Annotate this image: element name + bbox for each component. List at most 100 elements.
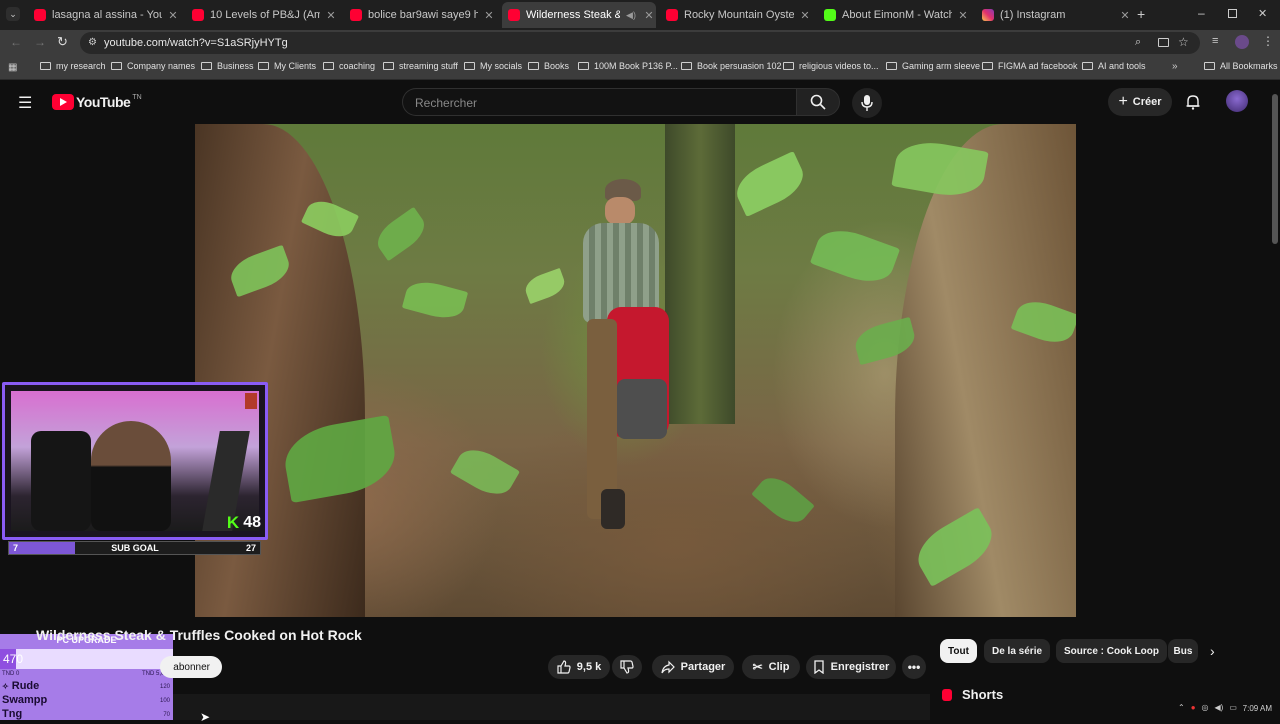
video-scene-leaf (450, 441, 520, 503)
close-tab-icon[interactable]: ✕ (798, 9, 812, 22)
bookmark-folder[interactable]: My Clients (258, 61, 316, 71)
more-actions-button[interactable]: ••• (902, 655, 926, 679)
browser-tab[interactable]: lasagna al assina - YouTube ✕ (28, 4, 180, 26)
zoom-icon[interactable]: ⌕ (1135, 36, 1141, 49)
close-tab-icon[interactable]: ✕ (642, 9, 656, 22)
subscribe-button[interactable]: abonner (160, 656, 222, 678)
scissors-icon: ✂ (752, 660, 763, 674)
browser-tab[interactable]: About EimonM - Watch Live on ✕ (818, 4, 970, 26)
youtube-logo[interactable]: YouTube TN (52, 94, 142, 110)
profile-avatar[interactable] (1235, 35, 1249, 49)
address-bar[interactable]: ⚙ youtube.com/watch?v=S1aSRjyHYTg ⌕ ☆ (80, 32, 1200, 54)
bookmark-label: FIGMA ad facebook (998, 61, 1078, 71)
bookmark-folder[interactable]: Company names (111, 61, 195, 71)
new-tab-icon[interactable]: + (1137, 6, 1145, 22)
minimize-icon[interactable]: – (1198, 6, 1205, 20)
more-bookmarks-icon[interactable]: » (1172, 61, 1178, 72)
bookmark-folder[interactable]: Business (201, 61, 254, 71)
search-input[interactable]: Rechercher (402, 88, 796, 116)
account-avatar[interactable] (1226, 90, 1248, 112)
close-tab-icon[interactable]: ✕ (324, 9, 338, 22)
browser-tab[interactable]: (1) Instagram ✕ (976, 4, 1132, 26)
tray-app-icon[interactable]: ◎ (1202, 703, 1209, 712)
network-icon[interactable]: ▭ (1229, 703, 1237, 712)
volume-icon[interactable]: ◀) (1215, 703, 1224, 712)
back-icon[interactable]: ← (10, 35, 22, 49)
pc-upgrade-value: 470 (3, 652, 24, 666)
notifications-bell-icon[interactable] (1185, 94, 1201, 110)
tab-search-button[interactable]: ⌄ (6, 7, 20, 21)
chip-more[interactable]: Bus (1168, 639, 1198, 663)
browser-tab[interactable]: Rocky Mountain Oysters - YouT ✕ (660, 4, 812, 26)
speaker-icon[interactable]: ◀) (624, 10, 638, 21)
hamburger-menu-icon[interactable]: ☰ (18, 93, 32, 113)
chip-all[interactable]: Tout (940, 639, 977, 663)
folder-icon (201, 62, 212, 70)
kick-icon (824, 9, 836, 21)
folder-icon (111, 62, 122, 70)
close-tab-icon[interactable]: ✕ (956, 9, 970, 22)
like-button[interactable]: 9,5 k (548, 655, 610, 679)
browser-tab[interactable]: 10 Levels of PB&J (Amateur to ✕ (186, 4, 338, 26)
bookmark-label: My Clients (274, 61, 317, 71)
chip-series[interactable]: De la série (984, 639, 1051, 663)
clip-button[interactable]: ✂ Clip (742, 655, 800, 679)
bookmark-star-icon[interactable]: ☆ (1178, 35, 1189, 49)
bookmark-folder[interactable]: AI and tools (1082, 61, 1146, 71)
bookmark-folder[interactable]: Gaming arm sleeve (886, 61, 980, 71)
bookmark-label: my research (56, 61, 106, 71)
save-button[interactable]: Enregistrer (806, 655, 896, 679)
bookmark-folder[interactable]: my research (40, 61, 106, 71)
video-scene-leaf (729, 151, 811, 217)
tab-title: Wilderness Steak & Truffles (526, 9, 620, 21)
reload-icon[interactable]: ↻ (57, 34, 68, 50)
bookmark-folder[interactable]: FIGMA ad facebook (982, 61, 1078, 71)
create-button[interactable]: + Créer (1108, 88, 1172, 116)
browser-tab[interactable]: bolice bar9awi saye9 hal9a - Yo ✕ (344, 4, 496, 26)
bookmark-folder[interactable]: streaming stuff (383, 61, 458, 71)
browser-menu-icon[interactable]: ⋮ (1262, 34, 1274, 48)
bookmark-folder[interactable]: religious videos to... (783, 61, 879, 71)
sub-goal-target: 27 (245, 543, 256, 553)
bookmark-folder[interactable]: 100M Book P136 P... (578, 61, 678, 71)
close-tab-icon[interactable]: ✕ (482, 9, 496, 22)
restore-icon[interactable] (1228, 9, 1237, 18)
tab-title: Rocky Mountain Oysters - YouT (684, 9, 794, 21)
browser-tab-active[interactable]: Wilderness Steak & Truffles ◀) ✕ (502, 2, 656, 28)
webcam-overlay: K 48 (2, 382, 268, 540)
close-window-icon[interactable]: ✕ (1258, 7, 1267, 20)
site-info-icon[interactable]: ⚙ (88, 37, 97, 48)
leaderboard-name: Rude (11, 680, 40, 692)
bookmark-label: Company names (127, 61, 196, 71)
browser-toolbar: ← → ↻ ⚙ youtube.com/watch?v=S1aSRjyHYTg … (0, 30, 1280, 56)
reading-list-icon[interactable]: ≡ (1212, 35, 1218, 47)
tray-arrow-icon[interactable]: ⌃ (1178, 703, 1185, 712)
search-button[interactable] (796, 88, 840, 116)
tray-record-icon[interactable]: ● (1191, 703, 1196, 712)
bookmark-folder[interactable]: Books (528, 61, 569, 71)
trophy-icon: ✧ (2, 682, 9, 691)
bookmark-folder[interactable]: coaching (323, 61, 375, 71)
voice-search-button[interactable] (852, 88, 882, 118)
all-bookmarks-folder[interactable]: All Bookmarks (1204, 61, 1278, 71)
folder-icon (323, 62, 334, 70)
chip-source[interactable]: Source : Cook Loop (1056, 639, 1167, 663)
close-tab-icon[interactable]: ✕ (166, 9, 180, 22)
thumbs-down-icon (620, 660, 634, 674)
search-placeholder: Rechercher (415, 96, 478, 110)
page-scrollbar[interactable] (1272, 94, 1278, 244)
bookmark-folder[interactable]: My socials (464, 61, 522, 71)
bookmark-folder[interactable]: Book persuasion 102 (681, 61, 782, 71)
cast-icon[interactable] (1158, 38, 1169, 47)
apps-grid-icon[interactable]: ▦ (8, 62, 17, 73)
video-player[interactable] (195, 124, 1076, 617)
close-tab-icon[interactable]: ✕ (1118, 9, 1132, 22)
bookmark-icon (813, 660, 824, 674)
chevron-right-icon[interactable]: › (1210, 643, 1215, 659)
dislike-button[interactable] (612, 655, 642, 679)
forward-icon[interactable]: → (34, 35, 46, 49)
share-button[interactable]: Partager (652, 655, 734, 679)
share-label: Partager (680, 661, 726, 673)
bookmark-label: Gaming arm sleeve (902, 61, 981, 71)
webcam-chair (31, 431, 91, 531)
